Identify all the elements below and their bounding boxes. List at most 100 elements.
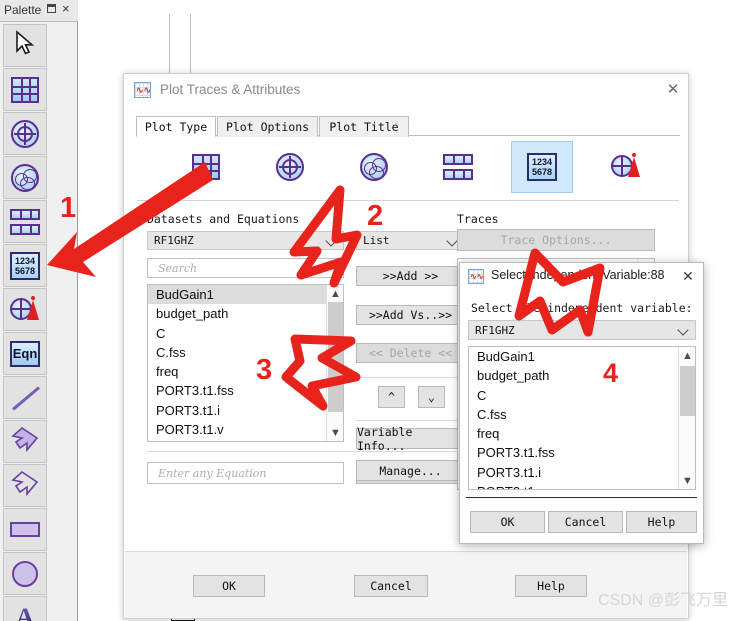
search-input[interactable]: Search — [147, 258, 344, 278]
datasets-label: Datasets and Equations — [147, 212, 300, 226]
numeric-icon-line1: 1234 — [14, 255, 36, 266]
list-item[interactable]: SnP1.t1.fss — [148, 439, 326, 441]
outline-arrow-icon — [9, 470, 41, 501]
plot-type-list-button[interactable] — [427, 141, 489, 193]
palette-item-pointer[interactable] — [3, 24, 47, 67]
list-item[interactable]: BudGain1 — [148, 285, 326, 305]
plot-type-rectangular-button[interactable] — [175, 141, 237, 193]
smith-chart-icon — [360, 153, 388, 181]
smith-chart-icon — [11, 163, 39, 192]
child-dialog-combo[interactable]: RF1GHZ — [468, 320, 696, 340]
list-mode-combo[interactable]: List — [356, 231, 465, 250]
rectangle-icon — [10, 522, 40, 537]
palette-item-smith-chart[interactable] — [3, 156, 47, 199]
scroll-down-icon[interactable]: ▼ — [679, 472, 695, 489]
tab-plot-title[interactable]: Plot Title — [319, 116, 409, 137]
delete-button[interactable]: << Delete << — [356, 343, 465, 363]
palette-item-line-tool[interactable] — [3, 376, 47, 419]
plot-type-polar-button[interactable] — [259, 141, 321, 193]
main-dialog-titlebar[interactable]: ∿∿ Plot Traces & Attributes ✕ — [124, 74, 688, 107]
palette-item-equation[interactable]: Eqn — [3, 332, 47, 375]
list-item[interactable]: C.fss — [469, 405, 678, 424]
palette-item-list-plot[interactable] — [3, 200, 47, 243]
palette-item-circle-tool[interactable] — [3, 552, 47, 595]
child-dialog-prompt: Select the independent variable: — [471, 301, 693, 315]
child-help-button[interactable]: Help — [626, 511, 697, 533]
cancel-button[interactable]: Cancel — [354, 575, 428, 597]
list-item[interactable]: PORT3.t1.i — [148, 401, 326, 420]
scrollbar-thumb[interactable] — [680, 366, 695, 416]
watermark: CSDN @彭飞万里 — [598, 592, 729, 609]
trace-options-button[interactable]: Trace Options... — [457, 229, 655, 251]
child-dialog-titlebar[interactable]: ∿∿ Select Independent Variable:88 ✕ — [460, 263, 703, 291]
list-item[interactable]: freq — [469, 424, 678, 443]
palette-item-antenna-plot[interactable] — [3, 288, 47, 331]
letter-a-icon: A — [16, 604, 35, 621]
palette-item-arrow-outline[interactable] — [3, 464, 47, 507]
dataset-listbox[interactable]: BudGain1 budget_path C C.fss freq PORT3.t1.fs… — [147, 284, 344, 442]
close-icon[interactable]: ✕ — [676, 266, 700, 286]
scroll-down-icon[interactable]: ▼ — [327, 424, 343, 441]
arrow-cursor-icon — [14, 30, 36, 61]
palette-item-data-display[interactable]: 1234 5678 — [3, 244, 47, 287]
palette-item-rectangle-tool[interactable] — [3, 508, 47, 551]
palette-item-text-tool[interactable]: A — [3, 596, 47, 621]
list-item[interactable]: budget_path — [469, 366, 678, 385]
child-ok-button[interactable]: OK — [470, 511, 545, 533]
move-divider-top — [356, 377, 465, 378]
palette-header: Palette × — [0, 0, 78, 22]
list-item[interactable]: PORT3.t1.i — [469, 463, 678, 482]
equation-input[interactable]: Enter any Equation — [147, 462, 344, 484]
close-icon[interactable]: ✕ — [660, 78, 686, 100]
move-up-button[interactable]: ^ — [378, 386, 405, 408]
list-item[interactable]: PORT3.t1.v — [148, 420, 326, 439]
variable-info-button[interactable]: Variable Info... — [356, 425, 465, 453]
list-item[interactable]: freq — [148, 362, 326, 381]
equation-placeholder: Enter any Equation — [158, 466, 267, 480]
child-dialog-listbox[interactable]: BudGain1 budget_path C C.fss freq PORT3.t1.fs… — [468, 346, 696, 490]
scroll-up-icon[interactable]: ▲ — [327, 285, 343, 302]
palette-item-rectangular-plot[interactable] — [3, 68, 47, 111]
child-combo-value: RF1GHZ — [475, 323, 515, 337]
plot-type-data-display-button[interactable]: 1234 5678 — [511, 141, 573, 193]
list-item[interactable]: budget_path — [148, 304, 326, 323]
child-cancel-button[interactable]: Cancel — [548, 511, 623, 533]
add-vs-label: >>Add Vs..>> — [368, 308, 453, 322]
dataset-list-items: BudGain1 budget_path C C.fss freq PORT3.t1.fs… — [148, 285, 326, 441]
ok-button[interactable]: OK — [193, 575, 265, 597]
add-vs-button[interactable]: >>Add Vs..>> — [356, 305, 465, 325]
list-item[interactable]: C — [469, 386, 678, 405]
delete-label: << Delete << — [368, 346, 453, 360]
list-item[interactable]: PORT3.t1.fss — [469, 443, 678, 462]
plot-type-antenna-button[interactable] — [595, 141, 657, 193]
antenna-globe-icon — [611, 153, 641, 181]
line-icon — [10, 385, 40, 411]
scroll-up-icon[interactable]: ▲ — [679, 347, 695, 364]
tab-plot-type[interactable]: Plot Type — [136, 116, 216, 137]
tab-plot-options[interactable]: Plot Options — [217, 116, 318, 137]
scrollbar-thumb[interactable] — [328, 302, 343, 412]
plot-type-divider — [137, 200, 679, 201]
dock-icon[interactable] — [47, 4, 56, 13]
child-list-scrollbar[interactable]: ▲ ▼ — [678, 347, 695, 489]
move-down-button[interactable]: ⌄ — [418, 386, 445, 408]
list-item[interactable]: C — [148, 324, 326, 343]
manage-button[interactable]: Manage... — [356, 460, 465, 481]
add-button[interactable]: >>Add >> — [356, 266, 465, 286]
screen: m2 Co RF m1 m2 Palette × — [0, 0, 745, 621]
dataset-combo[interactable]: RF1GHZ — [147, 231, 344, 250]
palette-item-polar-plot[interactable] — [3, 112, 47, 155]
close-icon[interactable]: × — [62, 2, 70, 16]
list-item[interactable]: PORT3.t1.v — [469, 482, 678, 489]
list-item[interactable]: BudGain1 — [469, 347, 678, 366]
numeric-1234-5678-icon: 1234 5678 — [10, 251, 40, 280]
dataset-list-scrollbar[interactable]: ▲ ▼ — [326, 285, 343, 441]
table-list-icon — [10, 208, 40, 235]
list-item[interactable]: C.fss — [148, 343, 326, 362]
palette-item-arrow-filled[interactable] — [3, 420, 47, 463]
add-label: >>Add >> — [382, 269, 439, 283]
help-button[interactable]: Help — [515, 575, 587, 597]
plot-type-smith-button[interactable] — [343, 141, 405, 193]
list-item[interactable]: PORT3.t1.fss — [148, 381, 326, 400]
chevron-down-icon: ⌄ — [428, 390, 435, 404]
